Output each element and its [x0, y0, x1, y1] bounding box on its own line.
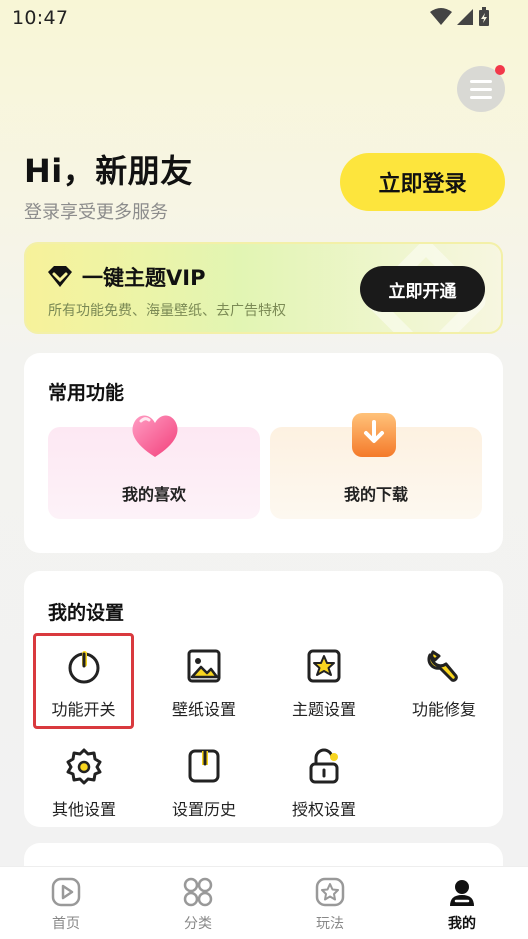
- wallpaper-settings-item[interactable]: 壁纸设置: [154, 636, 254, 726]
- my-settings-title: 我的设置: [48, 602, 125, 624]
- bottom-nav: 首页 分类 玩法 我的: [0, 866, 528, 939]
- status-icons: [430, 7, 490, 27]
- function-switch-label: 功能开关: [51, 700, 116, 719]
- common-functions-title: 常用功能: [48, 382, 125, 404]
- theme-icon: [307, 649, 341, 683]
- login-button[interactable]: 立即登录: [340, 153, 505, 211]
- nav-item-mine[interactable]: 我的: [396, 867, 528, 939]
- theme-settings-item[interactable]: 主题设置: [274, 636, 374, 726]
- lock-icon: [309, 748, 339, 784]
- nav-item-play[interactable]: 玩法: [264, 867, 396, 939]
- other-settings-label: 其他设置: [51, 800, 116, 819]
- vip-subtitle: 所有功能免费、海量壁纸、去广告特权: [48, 303, 286, 319]
- nav-label-category: 分类: [184, 916, 212, 932]
- menu-icon: [470, 79, 492, 83]
- greeting-title: Hi，新朋友: [24, 152, 193, 190]
- play-icon: [51, 877, 81, 907]
- notification-dot: [495, 65, 505, 75]
- common-functions-card: 常用功能 我的喜欢 我的下载: [24, 353, 503, 553]
- settings-history-item[interactable]: 设置历史: [154, 736, 254, 826]
- heart-icon: [132, 415, 178, 457]
- nav-label-mine: 我的: [448, 916, 476, 932]
- nav-item-home[interactable]: 首页: [0, 867, 132, 939]
- nav-label-home: 首页: [52, 916, 80, 932]
- diamond-heart-icon: [48, 266, 72, 287]
- authorization-settings-label: 授权设置: [291, 800, 356, 819]
- signal-icon: [457, 9, 473, 25]
- power-icon: [68, 651, 99, 684]
- greeting-subtitle: 登录享受更多服务: [24, 202, 168, 223]
- image-icon: [187, 649, 221, 683]
- gear-icon: [66, 748, 102, 785]
- my-settings-card: 我的设置 功能开关 壁纸设置 主题设置 功能修复 其他设置 设置历史 授权设置: [24, 571, 503, 827]
- function-switch-item[interactable]: 功能开关: [33, 633, 134, 729]
- star-icon: [315, 877, 345, 907]
- battery-icon: [479, 7, 489, 26]
- vip-title: 一键主题VIP: [82, 266, 206, 290]
- wallpaper-settings-label: 壁纸设置: [171, 700, 236, 719]
- theme-settings-label: 主题设置: [291, 700, 356, 719]
- function-repair-label: 功能修复: [411, 700, 476, 719]
- my-downloads-label: 我的下载: [343, 485, 408, 504]
- status-bar: 10:47: [0, 0, 528, 36]
- my-favorites-label: 我的喜欢: [121, 485, 186, 504]
- authorization-settings-item[interactable]: 授权设置: [274, 736, 374, 826]
- vip-open-button[interactable]: 立即开通: [360, 266, 485, 312]
- function-repair-item[interactable]: 功能修复: [394, 636, 494, 726]
- wifi-icon: [430, 8, 452, 25]
- vip-banner[interactable]: 一键主题VIP 所有功能免费、海量壁纸、去广告特权 立即开通: [24, 242, 503, 334]
- other-settings-item[interactable]: 其他设置: [34, 736, 134, 826]
- user-icon: [450, 880, 474, 906]
- status-time: 10:47: [12, 7, 69, 29]
- settings-history-label: 设置历史: [171, 800, 236, 819]
- grid-icon: [183, 877, 213, 907]
- download-icon: [352, 413, 396, 457]
- nav-item-category[interactable]: 分类: [132, 867, 264, 939]
- nav-label-play: 玩法: [316, 916, 344, 932]
- wrench-icon: [427, 650, 458, 682]
- history-icon: [188, 749, 220, 783]
